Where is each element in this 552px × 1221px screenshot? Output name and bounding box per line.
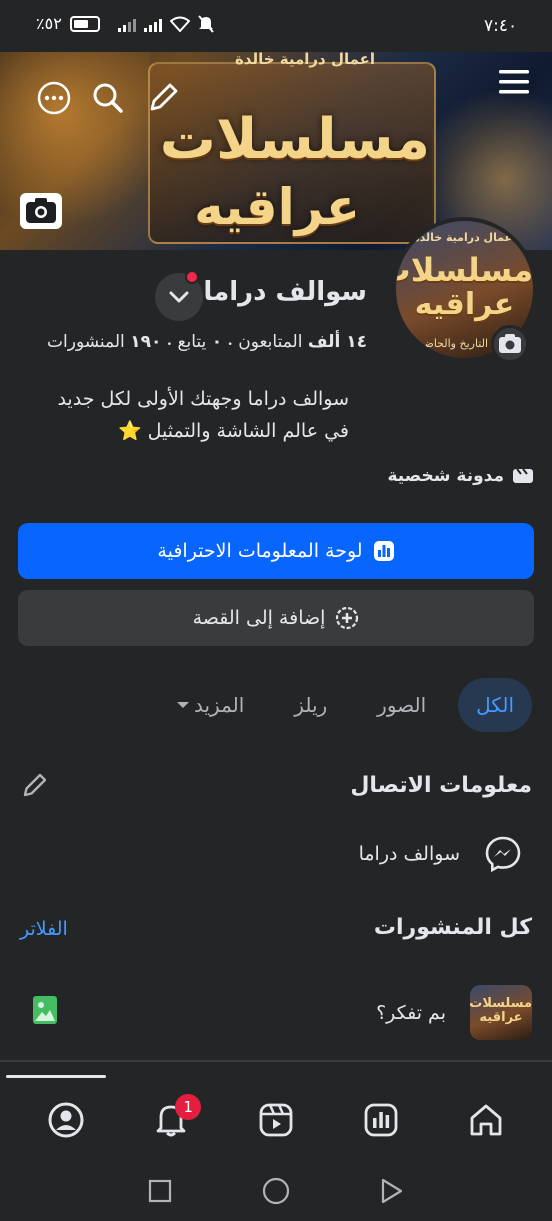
- following-count[interactable]: ٠: [212, 332, 222, 352]
- add-to-story-label: إضافة إلى القصة: [192, 607, 326, 629]
- insights-icon: [363, 1102, 399, 1138]
- all-posts-title: كل المنشورات: [373, 915, 532, 940]
- stats-separator: •: [166, 340, 173, 350]
- edit-contact-icon[interactable]: [20, 770, 50, 800]
- photo-icon[interactable]: [32, 995, 58, 1025]
- blog-icon: [512, 467, 534, 485]
- composer-placeholder[interactable]: بم تفكر؟: [376, 1002, 446, 1024]
- contact-info-title: معلومات الاتصال: [350, 773, 532, 798]
- reels-icon: [258, 1102, 294, 1138]
- home-circle-icon[interactable]: [262, 1177, 290, 1205]
- more-options-icon[interactable]: [36, 80, 72, 116]
- category-label: مدونة شخصية: [387, 466, 505, 486]
- signal-icon: [117, 16, 136, 32]
- messenger-icon: [484, 835, 522, 873]
- professional-dashboard-button[interactable]: لوحة المعلومات الاحترافية: [18, 523, 534, 579]
- composer-avatar: مسلسلات عراقيه: [470, 985, 532, 1040]
- profile-picture-subtitle: عراقيه: [414, 287, 515, 322]
- followers-label[interactable]: المتابعون: [238, 332, 302, 352]
- filters-link[interactable]: الفلاتر: [20, 918, 68, 940]
- active-tab-indicator: [6, 1075, 106, 1078]
- tab-label: ريلز: [294, 693, 328, 717]
- followers-count[interactable]: ١٤ ألف: [308, 332, 367, 352]
- profile-picture-top-text: أعمال درامية خالدة: [413, 231, 516, 244]
- dashboard-icon: [373, 540, 395, 562]
- nav-dashboard[interactable]: [351, 1090, 411, 1150]
- cover-camera-icon[interactable]: [20, 193, 62, 229]
- notification-dot: [185, 270, 199, 284]
- following-label[interactable]: يتابع: [177, 332, 206, 352]
- messenger-contact[interactable]: سوالف دراما: [359, 835, 522, 873]
- wifi-icon: [169, 16, 190, 32]
- profile-picture-title: مسلسلات: [392, 251, 533, 289]
- nav-notifications[interactable]: 1: [141, 1090, 202, 1150]
- menu-icon[interactable]: [496, 64, 532, 100]
- edit-pencil-icon[interactable]: [145, 80, 181, 116]
- tab-photos[interactable]: الصور: [359, 678, 444, 732]
- tab-more[interactable]: المزيد: [158, 678, 262, 732]
- signal-icon-2: [143, 16, 162, 32]
- star-emoji: ⭐: [117, 420, 142, 442]
- status-icons: ٪٥٢: [36, 14, 214, 33]
- tab-label: الكل: [476, 693, 514, 717]
- battery-percent: ٪٥٢: [36, 14, 62, 33]
- recents-icon[interactable]: [148, 1179, 172, 1203]
- page-bio: سوالف دراما وجهتك الأولى لكل جديد في عال…: [19, 383, 349, 447]
- nav-reels[interactable]: [246, 1090, 306, 1150]
- tab-label: الصور: [377, 693, 427, 717]
- composer-avatar-text: مسلسلات عراقيه: [470, 996, 532, 1025]
- search-icon[interactable]: [90, 80, 126, 116]
- messenger-name: سوالف دراما: [358, 843, 460, 865]
- profile-camera-icon[interactable]: [491, 325, 529, 363]
- tab-label: المزيد: [193, 693, 245, 717]
- bottom-navigation: 1: [0, 1085, 552, 1155]
- tab-reels[interactable]: ريلز: [276, 678, 345, 732]
- system-navigation: [0, 1160, 552, 1221]
- page-name: سوالف دراما: [203, 277, 367, 307]
- stats-separator: •: [227, 340, 233, 350]
- battery-icon: [69, 15, 100, 32]
- back-icon[interactable]: [380, 1178, 404, 1204]
- profile-tabs: الكل الصور ريلز المزيد: [158, 678, 532, 732]
- page-category: مدونة شخصية: [388, 466, 535, 486]
- professional-dashboard-label: لوحة المعلومات الاحترافية: [157, 540, 363, 562]
- tab-all[interactable]: الكل: [458, 678, 532, 732]
- bio-line: سوالف دراما وجهتك الأولى لكل جديد: [57, 388, 349, 410]
- divider: [0, 1060, 552, 1062]
- post-composer[interactable]: مسلسلات عراقيه بم تفكر؟: [376, 985, 532, 1040]
- posts-label: المنشورات: [47, 332, 125, 352]
- cover-top-text: أعمال درامية خالدة: [234, 52, 376, 68]
- cover-title: مسلسلات: [159, 107, 430, 172]
- bio-line: في عالم الشاشة والتمثيل: [147, 420, 349, 442]
- status-bar: ٪٥٢ ٧:٤٠: [0, 0, 552, 52]
- nav-home[interactable]: [456, 1090, 516, 1150]
- posts-count: ١٩٠: [130, 332, 162, 352]
- profile-icon: [47, 1101, 85, 1139]
- mute-icon: [198, 14, 214, 33]
- add-story-icon: [335, 606, 359, 630]
- caret-down-icon: [176, 700, 190, 710]
- status-time: ٧:٤٠: [484, 16, 518, 36]
- page-stats: ١٤ ألف المتابعون • ٠ يتابع • ١٩٠ المنشور…: [47, 332, 367, 352]
- notification-badge: 1: [175, 1094, 202, 1120]
- add-to-story-button[interactable]: إضافة إلى القصة: [18, 590, 534, 646]
- cover-subtitle: عراقيه: [194, 178, 360, 236]
- home-icon: [468, 1102, 504, 1138]
- nav-profile[interactable]: [36, 1090, 96, 1150]
